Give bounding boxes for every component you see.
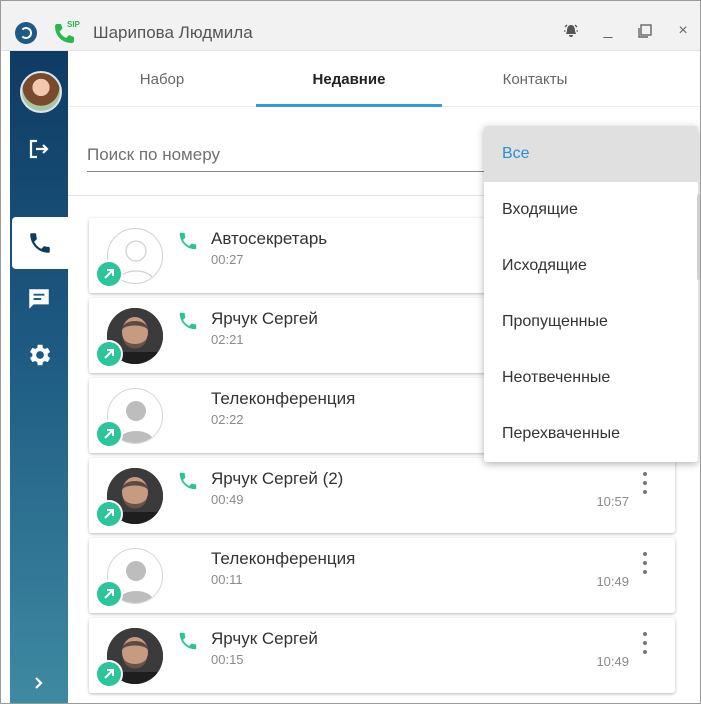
outgoing-call-icon <box>95 660 123 688</box>
phone-icon <box>179 312 197 330</box>
outgoing-call-icon <box>95 340 123 368</box>
sidebar-item-chat[interactable] <box>10 273 68 325</box>
minimize-button[interactable]: _ <box>596 19 620 43</box>
tab-recent[interactable]: Недавние <box>256 51 442 107</box>
filter-option-outgoing[interactable]: Исходящие <box>484 238 698 294</box>
phone-icon <box>179 232 197 250</box>
filter-option-missed[interactable]: Пропущенные <box>484 294 698 350</box>
contact-name: Автосекретарь <box>211 229 328 248</box>
phone-icon <box>179 632 197 650</box>
sip-label: SIP <box>67 20 80 29</box>
gear-icon <box>30 344 51 366</box>
call-duration: 00:49 <box>211 492 244 507</box>
tab-contacts[interactable]: Контакты <box>442 51 628 107</box>
contact-name: Телеконференция <box>211 389 356 408</box>
filter-option-incoming[interactable]: Входящие <box>484 182 698 238</box>
call-list-item[interactable]: Ярчук Сергей 00:15 10:49 <box>89 618 675 693</box>
app-window: SIP Шарипова Людмила _ × Набор Недавние … <box>0 0 701 704</box>
sidebar-item-calls[interactable] <box>12 217 68 269</box>
call-time: 10:57 <box>596 494 629 509</box>
alarm-icon[interactable] <box>559 19 583 43</box>
list-scrollbar[interactable] <box>697 194 700 280</box>
expand-sidebar-button[interactable] <box>10 663 68 703</box>
phone-icon <box>30 233 50 253</box>
more-options-icon[interactable] <box>639 632 651 654</box>
call-time: 10:49 <box>596 654 629 669</box>
contact-name: Телеконференция <box>211 549 356 568</box>
outgoing-call-icon <box>95 580 123 608</box>
call-duration: 00:15 <box>211 652 244 667</box>
outgoing-call-icon <box>95 500 123 528</box>
filter-option-intercepted[interactable]: Перехваченные <box>484 406 698 462</box>
logout-icon[interactable] <box>10 123 68 175</box>
more-options-icon[interactable] <box>639 552 651 574</box>
app-logo-icon <box>15 22 37 44</box>
more-options-icon[interactable] <box>639 472 651 494</box>
outgoing-call-icon <box>95 260 123 288</box>
call-time: 10:49 <box>596 574 629 589</box>
phone-icon <box>179 472 197 490</box>
title-bar: SIP Шарипова Людмила _ × <box>1 1 700 51</box>
call-duration: 02:21 <box>211 332 244 347</box>
contact-name: Ярчук Сергей (2) <box>211 469 344 488</box>
call-duration: 00:11 <box>211 572 243 587</box>
tab-bar: Набор Недавние Контакты <box>68 51 700 107</box>
contact-name: Ярчук Сергей <box>211 629 318 648</box>
tab-dial[interactable]: Набор <box>68 51 256 107</box>
search-input[interactable] <box>87 141 487 169</box>
call-list-item[interactable]: Ярчук Сергей (2) 00:49 10:57 <box>89 458 675 533</box>
chat-icon <box>29 289 49 309</box>
filter-option-all[interactable]: Все <box>484 126 698 182</box>
filter-option-unanswered[interactable]: Неотвеченные <box>484 350 698 406</box>
active-tab-indicator <box>256 104 442 107</box>
user-avatar[interactable] <box>20 71 62 113</box>
sidebar-item-settings[interactable] <box>10 329 68 381</box>
window-title: Шарипова Людмила <box>93 23 253 42</box>
search-field <box>87 137 517 172</box>
call-list-item[interactable]: Телеконференция 00:11 10:49 <box>89 538 675 613</box>
maximize-button[interactable] <box>633 19 657 43</box>
call-duration: 00:27 <box>211 252 244 267</box>
call-duration: 02:22 <box>211 412 244 427</box>
sidebar <box>10 51 68 703</box>
contact-name: Ярчук Сергей <box>211 309 318 328</box>
outgoing-call-icon <box>95 420 123 448</box>
chevron-right-icon <box>35 677 43 689</box>
call-filter-dropdown: Все Входящие Исходящие Пропущенные Неотв… <box>484 126 698 462</box>
close-button[interactable]: × <box>671 19 695 43</box>
